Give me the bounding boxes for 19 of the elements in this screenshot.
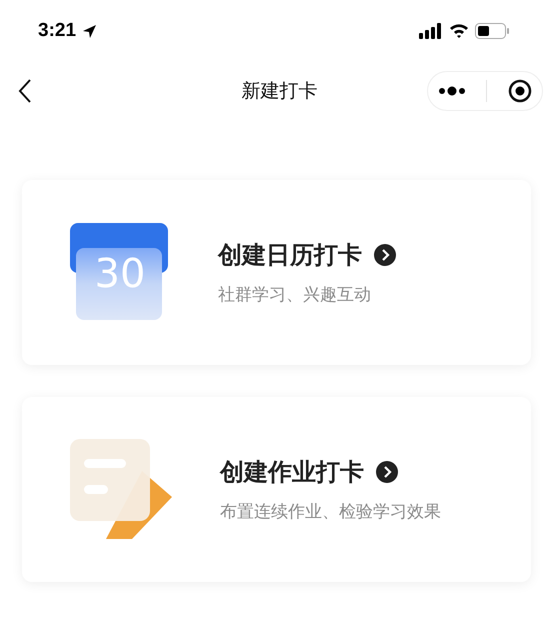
option-card[interactable]: 30 创建日历打卡 社群学习、兴趣互动: [22, 180, 531, 365]
page-title: 新建打卡: [242, 79, 318, 104]
card-subtitle: 布置连续作业、检验学习效果: [220, 501, 441, 523]
more-button[interactable]: [438, 86, 464, 96]
signal-icon: [419, 23, 443, 39]
note-pencil-icon: [70, 438, 172, 540]
chevron-circle-icon: [376, 461, 398, 483]
option-card[interactable]: 创建作业打卡 布置连续作业、检验学习效果: [22, 397, 531, 582]
battery-icon: [475, 23, 509, 39]
status-time: 3:21: [38, 20, 76, 42]
calendar-icon: [70, 222, 170, 322]
card-subtitle: 社群学习、兴趣互动: [218, 284, 372, 306]
calendar-date: 30: [94, 250, 146, 296]
card-title: 创建日历打卡: [218, 240, 362, 271]
wifi-icon: [449, 23, 469, 39]
location-arrow-icon: [82, 24, 98, 38]
close-target-button[interactable]: [508, 79, 532, 103]
chevron-circle-icon: [374, 244, 396, 266]
card-title: 创建作业打卡: [220, 457, 364, 488]
